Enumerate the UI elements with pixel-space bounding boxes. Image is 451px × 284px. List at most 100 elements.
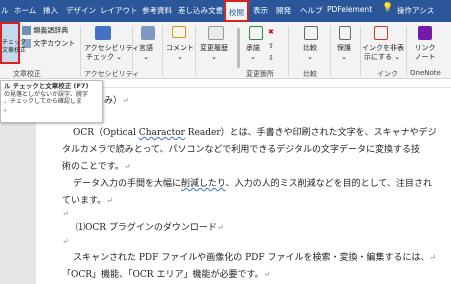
accept-button[interactable]: 承諾 ⌄ xyxy=(246,44,260,62)
previous-change-button[interactable]: ⇧ xyxy=(268,42,274,51)
linked-notes-button[interactable]: リンク ノート xyxy=(414,44,436,62)
paragraph-mark: ↵ xyxy=(122,96,129,105)
paragraph-mark: ↵ xyxy=(216,223,224,232)
section-line: ⑴OCR プラグインのダウンロード↵ xyxy=(76,220,224,233)
text-run: 「OCR」機能、「OCR エリア」機能が必要です。 xyxy=(62,270,264,280)
tooltip-title: ル チェックと文章校正 (F7) xyxy=(4,82,89,90)
hide-ink-label-2: 示にする xyxy=(363,53,392,61)
tooltip-text: 。 xyxy=(4,105,11,113)
paragraph-mark: ↵ xyxy=(123,162,131,171)
spelling-error-text: Charactor xyxy=(138,128,185,138)
group-label-ink: インク xyxy=(377,70,398,78)
accept-icon xyxy=(249,26,263,40)
paragraph-line: タルカメラで読みとって、パソコンなどで利用できるデジタルの文字データに変換する技 xyxy=(62,142,420,155)
linked-notes-label-2: ノート xyxy=(414,53,436,61)
protect-label: 保護 xyxy=(337,44,351,52)
spelling-grammar-label: チェック 文章校正 xyxy=(2,39,26,55)
track-changes-button[interactable]: 変更履歴 ⌄ xyxy=(200,44,228,62)
tab-design[interactable]: デザイン xyxy=(66,5,96,16)
ribbon-divider xyxy=(132,26,133,76)
ribbon-review: 類義語辞典 文字カウント 文章校正 アクセシビリティ チェック ⌄ アクセシビリ… xyxy=(0,22,451,79)
compare-label: 比較 xyxy=(303,44,317,52)
ribbon-divider xyxy=(330,26,331,76)
paragraph-line: スキャンされた PDF ファイルや画像化の PDF ファイルを検索・変換・編集す… xyxy=(73,250,436,263)
tooltip-text: 、チェックしてから確認しま xyxy=(4,98,82,105)
tab-layout[interactable]: レイアウト xyxy=(100,5,138,16)
spelling-label-1: チェック xyxy=(2,39,27,46)
accessibility-label-2: チェック xyxy=(85,53,114,61)
expand-corner-icon[interactable] xyxy=(237,28,240,68)
comment-button[interactable]: コメント ⌄ xyxy=(166,44,194,62)
protect-icon xyxy=(339,26,351,40)
language-label: 言語 xyxy=(139,44,153,52)
paragraph-mark: ↵ xyxy=(263,270,271,279)
compare-button[interactable]: 比較 ⌄ xyxy=(303,44,317,62)
next-change-button[interactable]: ⇩ xyxy=(268,54,274,63)
track-changes-label: 変更履歴 xyxy=(200,44,228,52)
accept-label: 承諾 xyxy=(246,44,260,52)
empty-line: ↵ xyxy=(62,237,69,247)
text-run: ています。 xyxy=(62,196,107,206)
thesaurus-icon xyxy=(22,26,31,35)
text-run: タルカメラで読みとって、パソコンなどで利用できるデジタルの文字データに変換する技 xyxy=(62,145,421,155)
paragraph-mark: ↵ xyxy=(62,237,69,246)
tab-pdfelement[interactable]: PDFelement xyxy=(327,5,372,14)
empty-line: ↵ xyxy=(62,209,69,219)
paragraph-line: データ入力の手間を大幅に削減したり、入力の人的ミス削減などを目的として、注目され xyxy=(73,176,432,189)
paragraph-line: ています。↵ xyxy=(62,193,113,206)
paragraph-mark: ↵ xyxy=(62,209,69,218)
tab-file[interactable]: ル xyxy=(1,5,9,16)
tab-references[interactable]: 参考資料 xyxy=(142,5,172,16)
paragraph-mark: ↵ xyxy=(429,253,437,262)
tab-mailings[interactable]: 差し込み文書 xyxy=(178,5,223,16)
tab-help[interactable]: ヘルプ xyxy=(300,5,323,16)
wordcount-button[interactable]: 文字カウント xyxy=(22,39,75,49)
paragraph-line: OCR（Optical Charactor Reader）とは、手書きや印刷され… xyxy=(73,125,437,138)
tab-insert[interactable]: 挿入 xyxy=(43,5,58,16)
ribbon-tab-bar: ル ホーム 挿入 デザイン レイアウト 参考資料 差し込み文書 校閲 表示 開発… xyxy=(0,0,451,22)
group-label-changes: 変更箇所 xyxy=(246,70,274,78)
spelling-grammar-button[interactable]: チェック 文章校正 xyxy=(0,22,26,64)
text-run: OCR（Optical xyxy=(73,128,139,138)
comment-icon xyxy=(172,26,186,38)
section-heading: ⑴OCR プラグインのダウンロード xyxy=(76,223,217,233)
tab-tell-me[interactable]: 操作アシス xyxy=(397,5,434,16)
text-run: データ入力の手間を大幅に xyxy=(73,179,182,189)
accessibility-label-1: アクセシビリティ xyxy=(84,44,140,52)
linked-notes-label-1: リンク xyxy=(414,44,436,52)
group-label-compare: 比較 xyxy=(303,70,317,78)
wordcount-label: 文字カウント xyxy=(33,39,76,48)
tab-home[interactable]: ホーム xyxy=(14,5,36,16)
language-icon xyxy=(141,26,155,40)
ink-icon xyxy=(374,26,388,40)
group-label-onenote: OneNote xyxy=(410,69,441,77)
reject-button[interactable]: ✖ xyxy=(268,28,274,37)
paragraph-line: 「OCR」機能、「OCR エリア」機能が必要です。↵ xyxy=(62,267,270,280)
language-button[interactable]: 言語 ⌄ xyxy=(139,44,153,62)
hide-ink-button[interactable]: インクを非表 示にする ⌄ xyxy=(362,44,404,62)
tab-developer[interactable]: 開発 xyxy=(276,5,291,16)
hide-ink-label-1: インクを非表 xyxy=(362,44,404,52)
group-label-accessibility: アクセシビリティ xyxy=(84,70,140,78)
thesaurus-button[interactable]: 類義語辞典 xyxy=(22,26,68,36)
ribbon-divider xyxy=(195,26,196,76)
accessibility-icon xyxy=(95,26,111,40)
ribbon-divider xyxy=(406,26,407,76)
tab-review[interactable]: 校閲 xyxy=(224,0,249,22)
text-run: スキャンされた PDF ファイルや画像化の PDF ファイルを検索・変換・編集す… xyxy=(73,253,430,263)
ribbon-divider xyxy=(360,26,361,76)
track-changes-icon xyxy=(208,26,224,40)
comment-label: コメント xyxy=(166,44,194,52)
lightbulb-icon[interactable]: 💡 xyxy=(382,3,393,13)
protect-button[interactable]: 保護 ⌄ xyxy=(337,44,351,62)
compare-icon xyxy=(304,26,318,40)
text-run: Reader）とは、手書きや印刷された文字を、スキャナやデジ xyxy=(184,128,437,138)
text-run: 、入力の人的ミス削減などを目的として、注目され xyxy=(225,179,432,189)
ribbon-divider xyxy=(80,26,81,76)
spelling-label-2: 文章校正 xyxy=(2,47,27,54)
paragraph-mark: ↵ xyxy=(106,196,113,205)
group-label-proofing: 文章校正 xyxy=(13,70,41,78)
ribbon-divider xyxy=(288,26,289,76)
tab-view[interactable]: 表示 xyxy=(253,5,268,16)
accessibility-button[interactable]: アクセシビリティ チェック ⌄ xyxy=(84,44,139,62)
